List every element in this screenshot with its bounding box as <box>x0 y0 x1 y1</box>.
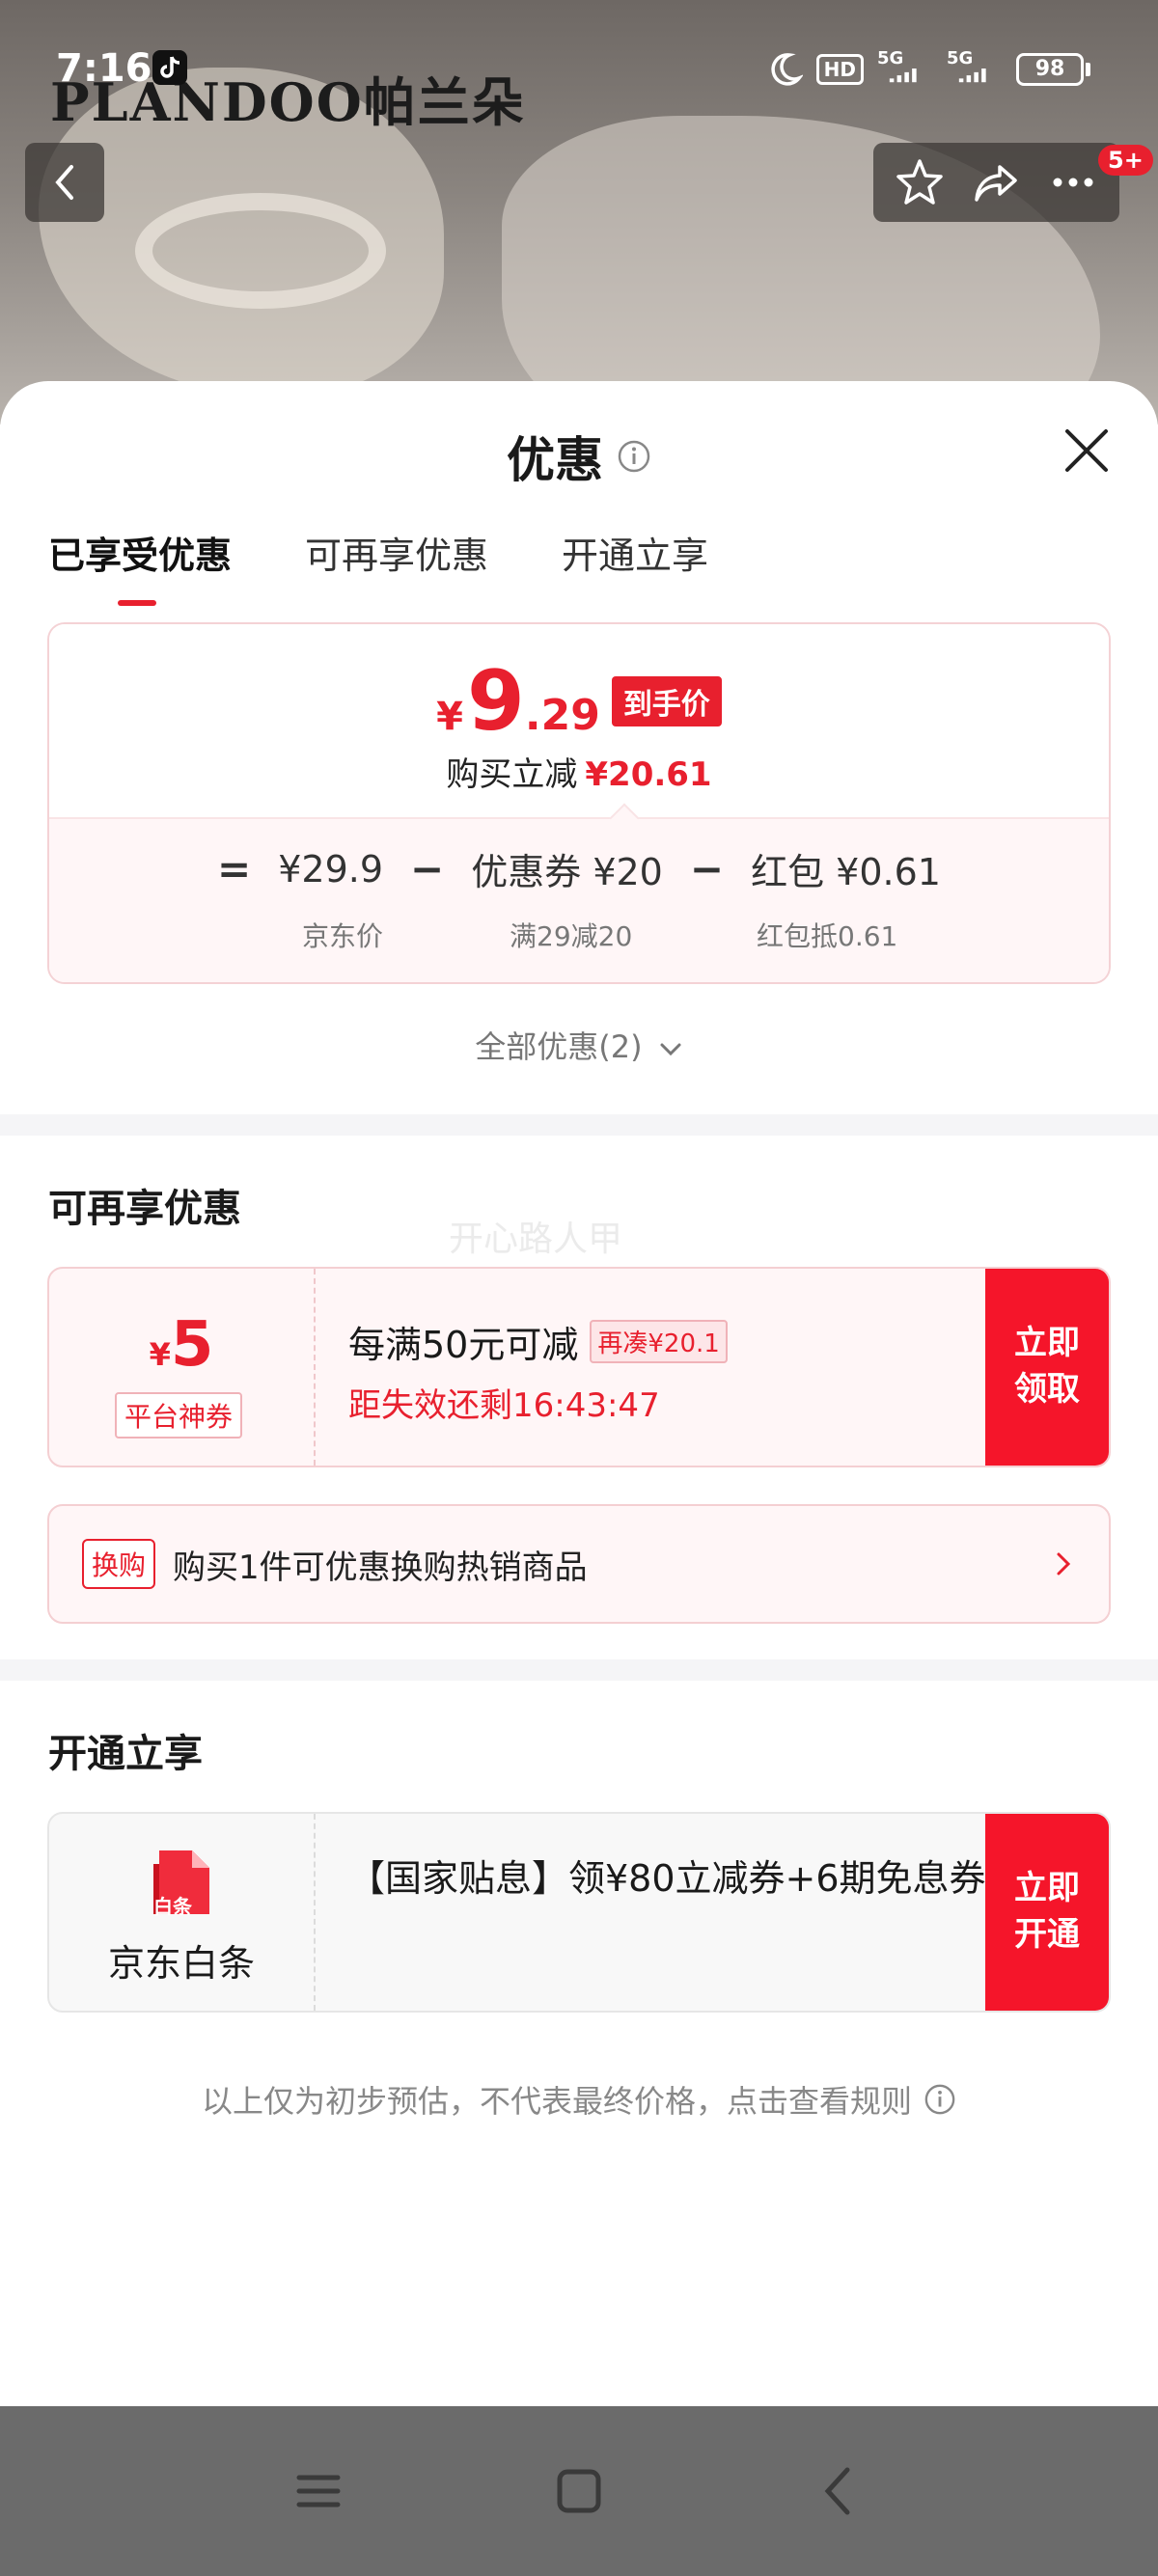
sheet-title: 优惠 <box>507 432 603 488</box>
baitiao-card: 白条 京东白条 【国家贴息】领¥80立减券+6期免息券 立即 开通 <box>47 1812 1111 2013</box>
price-decimal: .29 <box>524 691 600 740</box>
currency-symbol: ¥ <box>436 695 464 739</box>
baitiao-left: 白条 京东白条 <box>49 1814 316 2011</box>
menu-icon[interactable] <box>290 2462 347 2520</box>
baitiao-logo-text: 白条 <box>153 1895 192 1918</box>
all-discounts-label: 全部优惠(2) <box>475 1028 643 1065</box>
exchange-text: 购买1件可优惠换购热销商品 <box>173 1548 588 1587</box>
rules-disclaimer[interactable]: 以上仅为初步预估，不代表最终价格，点击查看规则 <box>0 2077 1158 2122</box>
moon-icon <box>771 52 803 86</box>
coupon-countdown: 距失效还剩16:43:47 <box>348 1386 660 1425</box>
price-integer: 9 <box>467 653 525 750</box>
tab-open[interactable]: 开通立享 <box>562 526 708 579</box>
coupon-left: ¥5 平台神券 <box>49 1269 316 1466</box>
coupon-value: 优惠券 ¥20 <box>471 851 663 893</box>
star-icon[interactable] <box>893 155 947 209</box>
section-divider <box>0 1659 1158 1681</box>
coupon-value: 5 <box>170 1309 214 1381</box>
status-bar: 7:16 HD 5G 5G 98 <box>0 0 1158 125</box>
tab-enjoyed[interactable]: 已享受优惠 <box>48 526 232 606</box>
button-line: 立即 <box>1014 1324 1080 1363</box>
jd-price: ¥29.9 <box>278 847 384 891</box>
redpacket-label: 红包抵0.61 <box>757 920 898 952</box>
exchange-offer-row[interactable]: 换购 购买1件可优惠换购热销商品 <box>47 1504 1111 1624</box>
coupon-type-badge: 平台神券 <box>115 1392 243 1439</box>
tab-more[interactable]: 可再享优惠 <box>305 526 488 579</box>
discount-tabs: 已享受优惠 可再享优惠 开通立享 <box>48 526 708 606</box>
battery-icon: 98 <box>1016 52 1090 86</box>
final-price-area: ¥ 9 .29 到手价 购买立减 ¥20.61 <box>49 624 1109 817</box>
coupon-rule-text: 每满50元可减 <box>348 1324 579 1366</box>
price-formula: = ¥29.9 − 优惠券 ¥20 − 红包 ¥0.61 <box>49 842 1109 895</box>
sheet-title-row: 优惠 <box>0 422 1158 491</box>
signal-label: 5G <box>877 48 904 69</box>
share-icon[interactable] <box>969 155 1023 209</box>
reduce-value: ¥20.61 <box>585 755 712 794</box>
signal-icon <box>889 69 917 83</box>
redpacket-value: 红包 ¥0.61 <box>751 851 941 893</box>
info-icon <box>924 2084 955 2115</box>
system-nav-bar <box>0 2406 1158 2576</box>
open-baitiao-button[interactable]: 立即 开通 <box>985 1814 1109 2011</box>
battery-tip <box>1086 62 1090 76</box>
jd-price-label: 京东价 <box>302 920 384 952</box>
reduce-line: 购买立减 ¥20.61 <box>49 748 1109 795</box>
button-line: 开通 <box>1014 1915 1080 1954</box>
more-icon[interactable] <box>1046 155 1100 209</box>
status-time: 7:16 <box>56 46 152 91</box>
back-icon[interactable] <box>811 2462 868 2520</box>
button-line: 领取 <box>1014 1370 1080 1409</box>
exchange-tag: 换购 <box>82 1539 156 1589</box>
coupon-gap-tag: 再凑¥20.1 <box>590 1320 728 1363</box>
battery-level: 98 <box>1016 52 1084 86</box>
button-line: 立即 <box>1014 1869 1080 1908</box>
final-price-tag: 到手价 <box>611 676 722 726</box>
reduce-label: 购买立减 <box>446 755 578 794</box>
section-divider <box>0 1114 1158 1136</box>
minus-sign: − <box>689 845 725 892</box>
back-button[interactable] <box>25 143 104 222</box>
minus-sign: − <box>410 845 445 892</box>
message-count-badge: 5+ <box>1098 145 1153 176</box>
coupon-rule: 每满50元可减 再凑¥20.1 <box>348 1315 728 1368</box>
hd-badge: HD <box>815 53 864 85</box>
coupon-amount: ¥5 <box>49 1309 314 1381</box>
formula-area: = ¥29.9 − 优惠券 ¥20 − 红包 ¥0.61 京东价 满29减20 … <box>49 803 1109 982</box>
sheet-title-wrap: 优惠 <box>507 422 651 491</box>
baitiao-description: 【国家贴息】领¥80立减券+6期免息券 <box>348 1857 986 1900</box>
signal-group-2: 5G <box>947 48 1003 90</box>
watermark-text: 开心路人甲 <box>449 1219 623 1259</box>
chevron-right-icon <box>1057 1552 1071 1576</box>
baitiao-name: 京东白条 <box>107 1942 255 1985</box>
signal-icon <box>958 69 986 83</box>
signal-group-1: 5G <box>877 48 933 90</box>
info-icon[interactable] <box>617 439 651 474</box>
coupon-card: ¥5 平台神券 每满50元可减 再凑¥20.1 距失效还剩16:43:47 立即… <box>47 1267 1111 1467</box>
equals-sign: = <box>217 845 252 892</box>
discount-sheet: 优惠 已享受优惠 可再享优惠 开通立享 ¥ 9 .29 到手价 购买立减 ¥20.… <box>0 381 1158 2407</box>
signal-label: 5G <box>947 48 974 69</box>
claim-coupon-button[interactable]: 立即 领取 <box>985 1269 1109 1466</box>
section-title-more: 可再享优惠 <box>48 1187 241 1231</box>
close-icon[interactable] <box>1060 424 1114 478</box>
tiktok-icon <box>152 50 187 85</box>
chevron-down-icon <box>660 1043 681 1056</box>
coupon-currency: ¥ <box>149 1336 171 1373</box>
section-title-open: 开通立享 <box>48 1732 203 1776</box>
coupon-label: 满29减20 <box>510 920 633 952</box>
chevron-left-icon <box>55 165 73 200</box>
product-photo-shape <box>135 193 386 309</box>
all-discounts-toggle[interactable]: 全部优惠(2) <box>0 1023 1158 1067</box>
header-action-group <box>873 143 1119 222</box>
home-icon[interactable] <box>550 2462 608 2520</box>
final-price: ¥ 9 .29 到手价 <box>49 653 1109 750</box>
disclaimer-text: 以上仅为初步预估，不代表最终价格，点击查看规则 <box>201 2083 912 2120</box>
price-breakdown-card: ¥ 9 .29 到手价 购买立减 ¥20.61 = ¥29.9 − 优惠券 ¥20… <box>47 622 1111 984</box>
status-icons: HD 5G 5G 98 <box>766 48 1090 90</box>
